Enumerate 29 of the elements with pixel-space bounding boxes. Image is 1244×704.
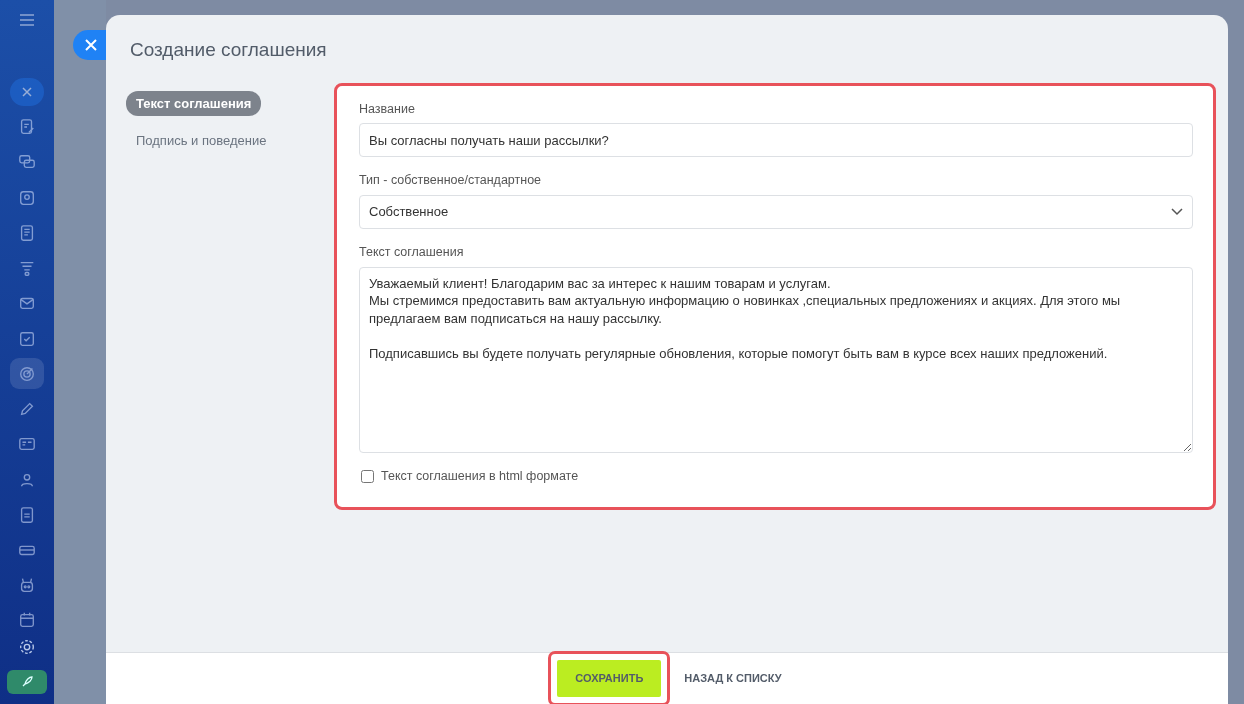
checkbox-icon [18, 329, 36, 348]
document-icon [18, 505, 36, 524]
sidebar-item[interactable] [10, 358, 44, 390]
field-label: Название [359, 100, 416, 118]
chevron-down-icon [1171, 208, 1183, 216]
funnel-icon [18, 259, 36, 278]
settings-icon[interactable] [18, 638, 36, 657]
menu-icon[interactable] [20, 14, 34, 26]
target-icon [18, 364, 36, 383]
checkbox[interactable] [361, 469, 374, 483]
contact-card-icon [18, 188, 36, 207]
back-to-list-link[interactable]: НАЗАД К СПИСКУ [680, 666, 786, 691]
calendar-icon [18, 611, 36, 630]
rocket-button[interactable] [7, 670, 47, 694]
field-label: Тип - собственное/стандартное [359, 172, 543, 190]
tab[interactable]: Подпись и поведение [126, 128, 277, 154]
checkbox-label[interactable]: Текст соглашения в html формате [381, 466, 579, 486]
save-button[interactable]: СОХРАНИТЬ [557, 660, 662, 697]
close-icon [10, 78, 44, 106]
document-edit-icon [18, 118, 36, 137]
close-icon [85, 39, 97, 51]
field-label: Текст соглашения [359, 244, 465, 261]
panel-title: Создание соглашения [129, 38, 328, 62]
newspaper-icon [18, 223, 36, 242]
agreement-text-field[interactable]: Уважаемый клиент! Благодарим вас за интерес к нашим товарам и услугам. Мы стремимся предоставить вам актуальную информацию о новинках ,специальных предложениях и акциях. Для этого мы предлагаем вам подписаться на нашу рассылку. Подписавшись вы будете получать регулярные обновления, которые помогут быть вам в курсе всех наших предложений. [359, 266, 1193, 453]
tab[interactable]: Текст соглашения [126, 90, 262, 116]
robot-icon [18, 576, 36, 595]
type-select[interactable]: Собственное [359, 195, 1193, 229]
name-field[interactable]: Вы согласны получать наши рассылки? [359, 123, 1193, 158]
